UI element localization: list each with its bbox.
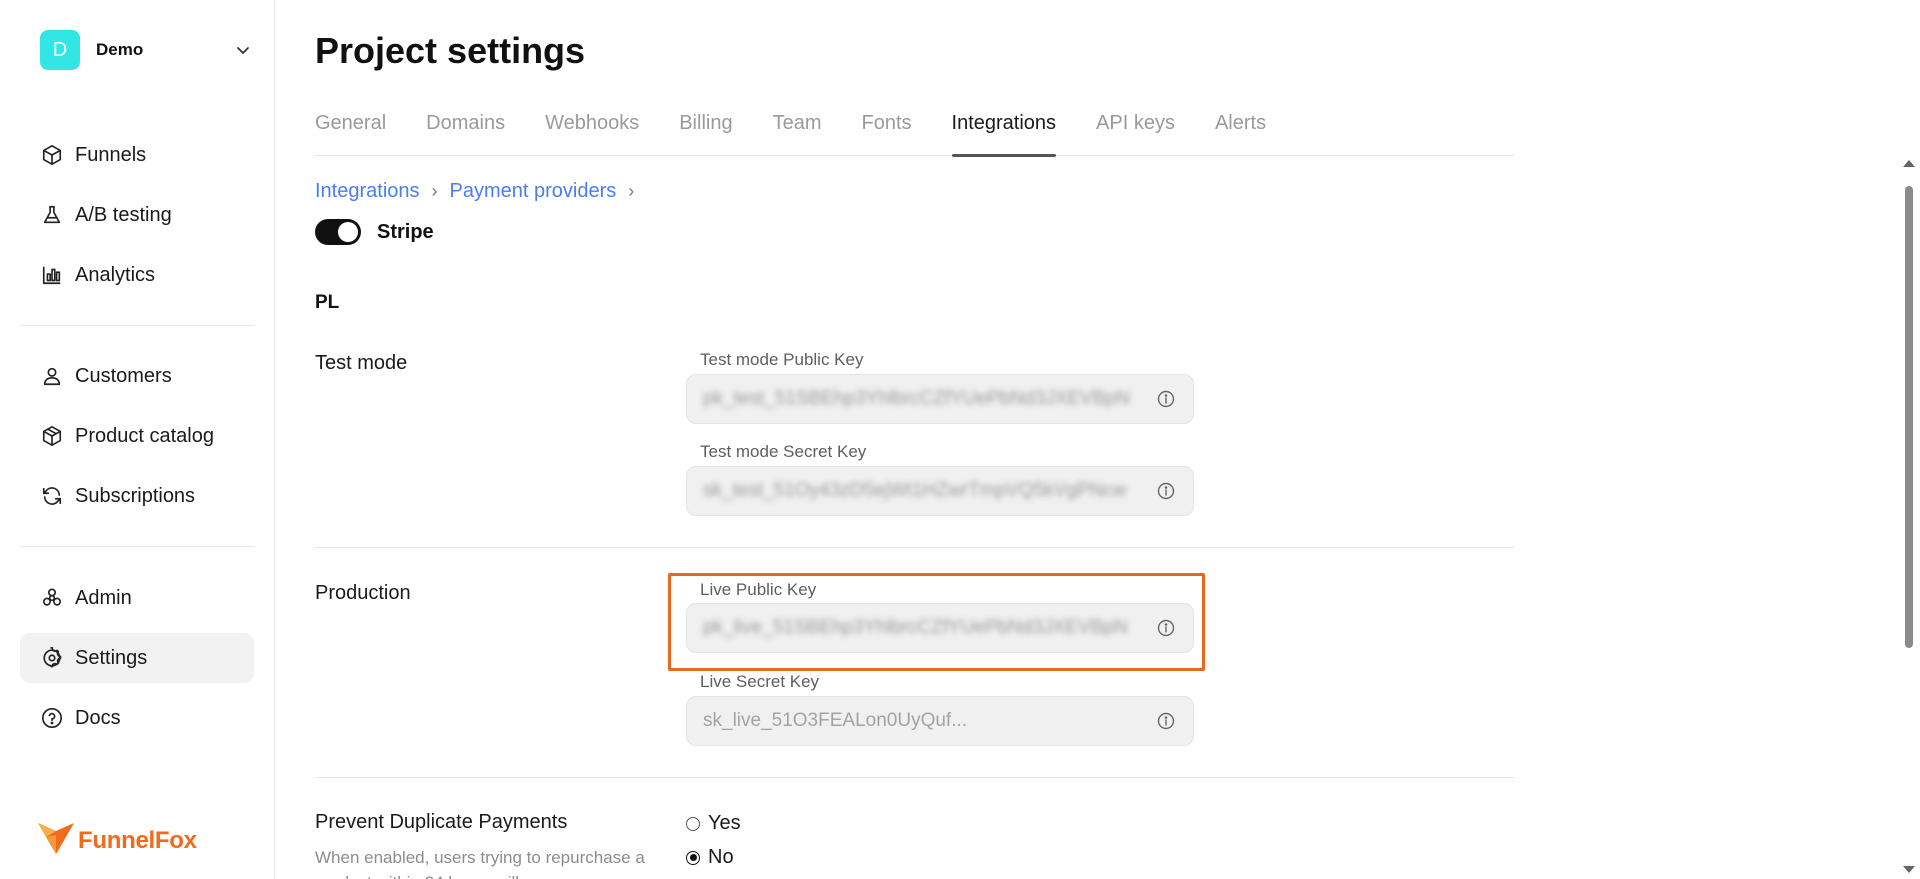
info-icon[interactable] bbox=[1155, 710, 1177, 732]
tab-fonts[interactable]: Fonts bbox=[861, 112, 911, 156]
stripe-enabled-toggle[interactable] bbox=[315, 219, 361, 245]
workspace-name: Demo bbox=[96, 40, 144, 59]
sidebar-item-label: Subscriptions bbox=[75, 484, 196, 507]
breadcrumb-payment-providers[interactable]: Payment providers bbox=[450, 180, 617, 203]
package-icon bbox=[40, 424, 64, 448]
brand-name: FunnelFox bbox=[78, 826, 197, 854]
test-secret-key-input[interactable]: sk_test_51Oy43zD5ejWt1HZwrTmpVQ5kVgPNcw bbox=[686, 466, 1194, 516]
sidebar-item-label: Customers bbox=[75, 364, 172, 387]
radio-label: No bbox=[708, 846, 734, 868]
radio-label: Yes bbox=[708, 812, 741, 834]
sidebar-item-analytics[interactable]: Analytics bbox=[20, 250, 254, 300]
section-divider bbox=[315, 777, 1515, 778]
radio-button[interactable] bbox=[686, 816, 700, 831]
live-public-key-value: pk_live_51SBEhp3YhlbrcCZfYUePbNd3JXEVBpN bbox=[703, 617, 1128, 638]
test-secret-key-label: Test mode Secret Key bbox=[700, 442, 867, 461]
cube-icon bbox=[40, 143, 64, 167]
sidebar: D Demo Funnels A/B testing Analytics Cus… bbox=[0, 0, 275, 879]
tab-webhooks[interactable]: Webhooks bbox=[545, 112, 639, 156]
production-label: Production bbox=[315, 582, 411, 604]
sidebar-item-label: Docs bbox=[75, 706, 121, 729]
breadcrumb-separator: › bbox=[628, 181, 635, 201]
workspace-switcher[interactable]: D Demo bbox=[40, 30, 254, 70]
sidebar-item-subscriptions[interactable]: Subscriptions bbox=[20, 471, 254, 521]
help-circle-icon bbox=[40, 706, 64, 730]
radio-button[interactable] bbox=[686, 850, 700, 865]
tab-alerts[interactable]: Alerts bbox=[1215, 112, 1266, 156]
toggle-knob bbox=[338, 222, 358, 242]
scroll-up-arrow-icon[interactable] bbox=[1903, 160, 1915, 167]
sidebar-item-customers[interactable]: Customers bbox=[20, 351, 254, 401]
sidebar-item-label: Analytics bbox=[75, 263, 156, 286]
live-secret-key-label: Live Secret Key bbox=[700, 672, 820, 691]
info-icon[interactable] bbox=[1155, 480, 1177, 502]
tab-team[interactable]: Team bbox=[773, 112, 822, 156]
tab-domains[interactable]: Domains bbox=[426, 112, 505, 156]
scroll-down-arrow-icon[interactable] bbox=[1903, 866, 1915, 873]
sidebar-item-funnels[interactable]: Funnels bbox=[20, 130, 254, 180]
sidebar-item-label: Settings bbox=[75, 646, 148, 669]
scrollbar-thumb[interactable] bbox=[1905, 186, 1913, 648]
sidebar-item-admin[interactable]: Admin bbox=[20, 573, 254, 623]
sidebar-item-product-catalog[interactable]: Product catalog bbox=[20, 411, 254, 461]
sidebar-divider bbox=[20, 546, 254, 547]
tab-integrations[interactable]: Integrations bbox=[951, 112, 1056, 157]
live-public-key-label: Live Public Key bbox=[700, 580, 817, 599]
live-secret-key-placeholder: sk_live_51O3FEALon0UyQuf... bbox=[703, 710, 968, 731]
gear-icon bbox=[40, 646, 64, 670]
refresh-icon bbox=[40, 484, 64, 508]
sidebar-item-label: A/B testing bbox=[75, 203, 172, 226]
fox-logo-icon bbox=[36, 821, 76, 860]
section-divider bbox=[315, 547, 1515, 548]
provider-header: Stripe bbox=[315, 219, 434, 245]
duplicate-payments-title: Prevent Duplicate Payments bbox=[315, 811, 568, 833]
chevron-down-icon bbox=[232, 39, 254, 61]
user-icon bbox=[40, 364, 64, 388]
settings-tabs: General Domains Webhooks Billing Team Fo… bbox=[315, 112, 1515, 157]
flask-icon bbox=[40, 203, 64, 227]
biohazard-icon bbox=[40, 586, 64, 610]
live-public-key-input[interactable]: pk_live_51SBEhp3YhlbrcCZfYUePbNd3JXEVBpN bbox=[686, 603, 1194, 653]
sidebar-item-label: Admin bbox=[75, 586, 132, 609]
info-icon[interactable] bbox=[1155, 617, 1177, 639]
test-public-key-label: Test mode Public Key bbox=[700, 350, 864, 369]
brand-logo: FunnelFox bbox=[36, 821, 197, 860]
duplicate-payments-description: When enabled, users trying to repurchase… bbox=[315, 848, 645, 879]
test-mode-label: Test mode bbox=[315, 352, 408, 374]
sidebar-divider bbox=[20, 325, 254, 326]
tab-billing[interactable]: Billing bbox=[679, 112, 732, 156]
sidebar-item-label: Funnels bbox=[75, 143, 147, 166]
test-secret-key-value: sk_test_51Oy43zD5ejWt1HZwrTmpVQ5kVgPNcw bbox=[703, 480, 1127, 501]
breadcrumb: Integrations › Payment providers › bbox=[315, 180, 646, 203]
sidebar-item-docs[interactable]: Docs bbox=[20, 693, 254, 743]
section-code: PL bbox=[315, 292, 340, 313]
info-icon[interactable] bbox=[1155, 388, 1177, 410]
breadcrumb-separator: › bbox=[431, 181, 438, 201]
tab-api-keys[interactable]: API keys bbox=[1096, 112, 1175, 156]
test-public-key-value: pk_test_51SBEhp3YhlbrcCZfYUePbNd3JXEVBpN bbox=[703, 388, 1130, 409]
radio-option-yes[interactable]: Yes bbox=[686, 812, 741, 835]
provider-name: Stripe bbox=[377, 220, 434, 243]
test-public-key-input[interactable]: pk_test_51SBEhp3YhlbrcCZfYUePbNd3JXEVBpN bbox=[686, 374, 1194, 424]
scrollbar[interactable] bbox=[1898, 156, 1920, 879]
sidebar-item-ab-testing[interactable]: A/B testing bbox=[20, 190, 254, 240]
sidebar-item-settings[interactable]: Settings bbox=[20, 633, 254, 683]
tab-general[interactable]: General bbox=[315, 112, 386, 156]
workspace-avatar: D bbox=[40, 30, 80, 70]
bar-chart-icon bbox=[40, 263, 64, 287]
breadcrumb-integrations[interactable]: Integrations bbox=[315, 180, 420, 203]
sidebar-item-label: Product catalog bbox=[75, 424, 214, 447]
radio-option-no[interactable]: No bbox=[686, 846, 734, 869]
page-title: Project settings bbox=[315, 30, 586, 71]
live-secret-key-input[interactable]: sk_live_51O3FEALon0UyQuf... bbox=[686, 696, 1194, 746]
